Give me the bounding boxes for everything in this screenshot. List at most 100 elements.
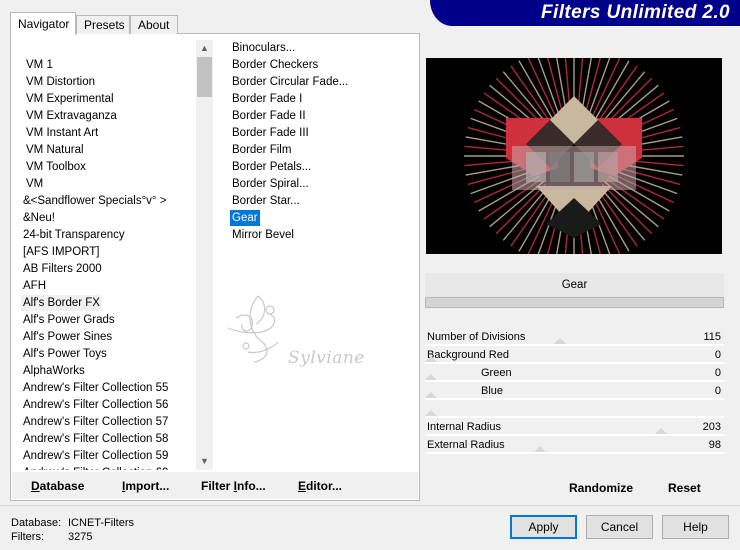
slider-track[interactable]	[425, 452, 724, 454]
category-item[interactable]: AlphaWorks	[21, 363, 87, 379]
slider-value: 98	[708, 439, 721, 451]
slider-thumb[interactable]	[425, 392, 437, 398]
scroll-thumb[interactable]	[197, 57, 212, 97]
filter-item[interactable]: Border Star...	[230, 193, 302, 209]
slider-value: 203	[702, 421, 721, 433]
footer-divider	[0, 505, 740, 506]
slider-control[interactable]: Blue 0	[425, 382, 724, 400]
category-item[interactable]: Alf's Border FX	[21, 295, 102, 311]
filter-item[interactable]: Border Fade III	[230, 125, 311, 141]
slider-control[interactable]: Background Red 0	[425, 346, 724, 364]
slider-value: 0	[714, 385, 721, 397]
filters-key: Filters:	[11, 531, 44, 543]
filter-item[interactable]: Border Fade I	[230, 91, 304, 107]
filter-info-button-label: nfo...	[237, 479, 266, 493]
slider-control[interactable]: Green 0	[425, 364, 724, 382]
help-button[interactable]: Help	[662, 515, 729, 539]
filter-info-button[interactable]: Filter Info...	[201, 479, 266, 493]
slider-label: Green	[481, 367, 512, 379]
category-item[interactable]: Andrew's Filter Collection 59	[21, 448, 170, 464]
slider-control[interactable]	[425, 400, 724, 418]
slider-label: External Radius	[427, 439, 505, 451]
category-item[interactable]: 24-bit Transparency	[21, 227, 127, 243]
category-item[interactable]: VM Instant Art	[24, 125, 100, 141]
preview-image	[426, 58, 722, 254]
category-item[interactable]: AFH	[21, 278, 48, 294]
editor-button-label: ditor...	[306, 479, 343, 493]
category-item[interactable]: VM Natural	[24, 142, 86, 158]
watermark-text: Sylviane	[288, 348, 365, 368]
category-item[interactable]: Alf's Power Grads	[21, 312, 117, 328]
slider-label: Number of Divisions	[427, 331, 526, 343]
slider-label: Internal Radius	[427, 421, 501, 433]
filter-item[interactable]: Border Film	[230, 142, 293, 158]
database-value: ICNET-Filters	[68, 517, 134, 529]
category-item[interactable]: Andrew's Filter Collection 56	[21, 397, 170, 413]
filter-preview	[426, 58, 722, 254]
filters-row: Filters: 3275	[11, 530, 134, 544]
category-item[interactable]: [AFS IMPORT]	[21, 244, 101, 260]
filter-item[interactable]: Border Circular Fade...	[230, 74, 350, 90]
category-item[interactable]: VM Extravaganza	[24, 108, 119, 124]
cancel-button[interactable]: Cancel	[586, 515, 653, 539]
filter-item[interactable]: Border Petals...	[230, 159, 313, 175]
slider-value: 0	[714, 367, 721, 379]
category-item[interactable]: &<Sandflower Specials°v° >	[21, 193, 168, 209]
slider-thumb[interactable]	[425, 410, 437, 416]
filter-item[interactable]: Border Fade II	[230, 108, 308, 124]
slider-thumb[interactable]	[534, 446, 546, 452]
category-item[interactable]: &Neu!	[21, 210, 57, 226]
randomize-button[interactable]: Randomize	[569, 481, 633, 495]
category-item[interactable]: VM Distortion	[24, 74, 97, 90]
filter-item[interactable]: Border Spiral...	[230, 176, 311, 192]
slider-thumb[interactable]	[425, 356, 437, 362]
filter-name-label: Gear	[425, 273, 724, 297]
category-item[interactable]: Alf's Power Sines	[21, 329, 114, 345]
editor-button[interactable]: Editor...	[298, 479, 342, 493]
scroll-down-icon[interactable]: ▼	[196, 453, 213, 470]
slider-value: 115	[703, 331, 721, 343]
title-banner: Filters Unlimited 2.0	[430, 0, 740, 28]
sylviane-watermark: Sylviane	[218, 288, 368, 368]
category-item[interactable]: VM Experimental	[24, 91, 116, 107]
slider-thumb[interactable]	[425, 374, 437, 380]
category-scrollbar[interactable]: ▲ ▼	[196, 40, 213, 470]
filter-item[interactable]: Gear	[230, 210, 260, 226]
reset-button[interactable]: Reset	[668, 481, 701, 495]
app-title: Filters Unlimited 2.0	[541, 2, 730, 23]
category-item[interactable]: AB Filters 2000	[21, 261, 104, 277]
category-item[interactable]: Andrew's Filter Collection 58	[21, 431, 170, 447]
database-key: Database:	[11, 517, 62, 529]
slider-control[interactable]: Internal Radius 203	[425, 418, 724, 436]
slider-thumb[interactable]	[554, 338, 566, 344]
apply-button[interactable]: Apply	[510, 515, 577, 539]
slider-control[interactable]: Number of Divisions 115	[425, 328, 724, 346]
slider-value: 0	[714, 349, 721, 361]
slider-control[interactable]: External Radius 98	[425, 436, 724, 454]
database-row: Database: ICNET-Filters	[11, 516, 134, 530]
category-item[interactable]: Alf's Power Toys	[21, 346, 109, 362]
tab-navigator[interactable]: Navigator	[10, 12, 76, 35]
category-item[interactable]: Andrew's Filter Collection 60	[21, 465, 170, 470]
slider-label: Blue	[481, 385, 504, 397]
filter-description-bar	[425, 297, 724, 308]
category-item[interactable]: VM	[24, 176, 45, 192]
scroll-up-icon[interactable]: ▲	[196, 40, 213, 57]
category-item[interactable]: VM Toolbox	[24, 159, 88, 175]
tab-about[interactable]: About	[130, 15, 178, 34]
filter-item[interactable]: Mirror Bevel	[230, 227, 296, 243]
category-item[interactable]: Andrew's Filter Collection 57	[21, 414, 170, 430]
filter-info-button-prefix: Filter	[201, 479, 234, 493]
category-list[interactable]: VM 1 VM Distortion VM Experimental VM Extra…	[11, 40, 196, 470]
slider-thumb[interactable]	[655, 428, 667, 434]
import-button-label: mport...	[125, 479, 170, 493]
filter-list[interactable]: Binoculars... Border Checkers Border Circu…	[220, 40, 416, 470]
slider-label: Background Red	[427, 349, 509, 361]
filter-item[interactable]: Border Checkers	[230, 57, 320, 73]
database-button[interactable]: Database	[31, 479, 84, 493]
category-item[interactable]: VM 1	[24, 57, 55, 73]
import-button[interactable]: Import...	[122, 479, 169, 493]
filter-item[interactable]: Binoculars...	[230, 40, 297, 56]
category-item[interactable]: Andrew's Filter Collection 55	[21, 380, 170, 396]
tab-presets[interactable]: Presets	[76, 15, 130, 34]
